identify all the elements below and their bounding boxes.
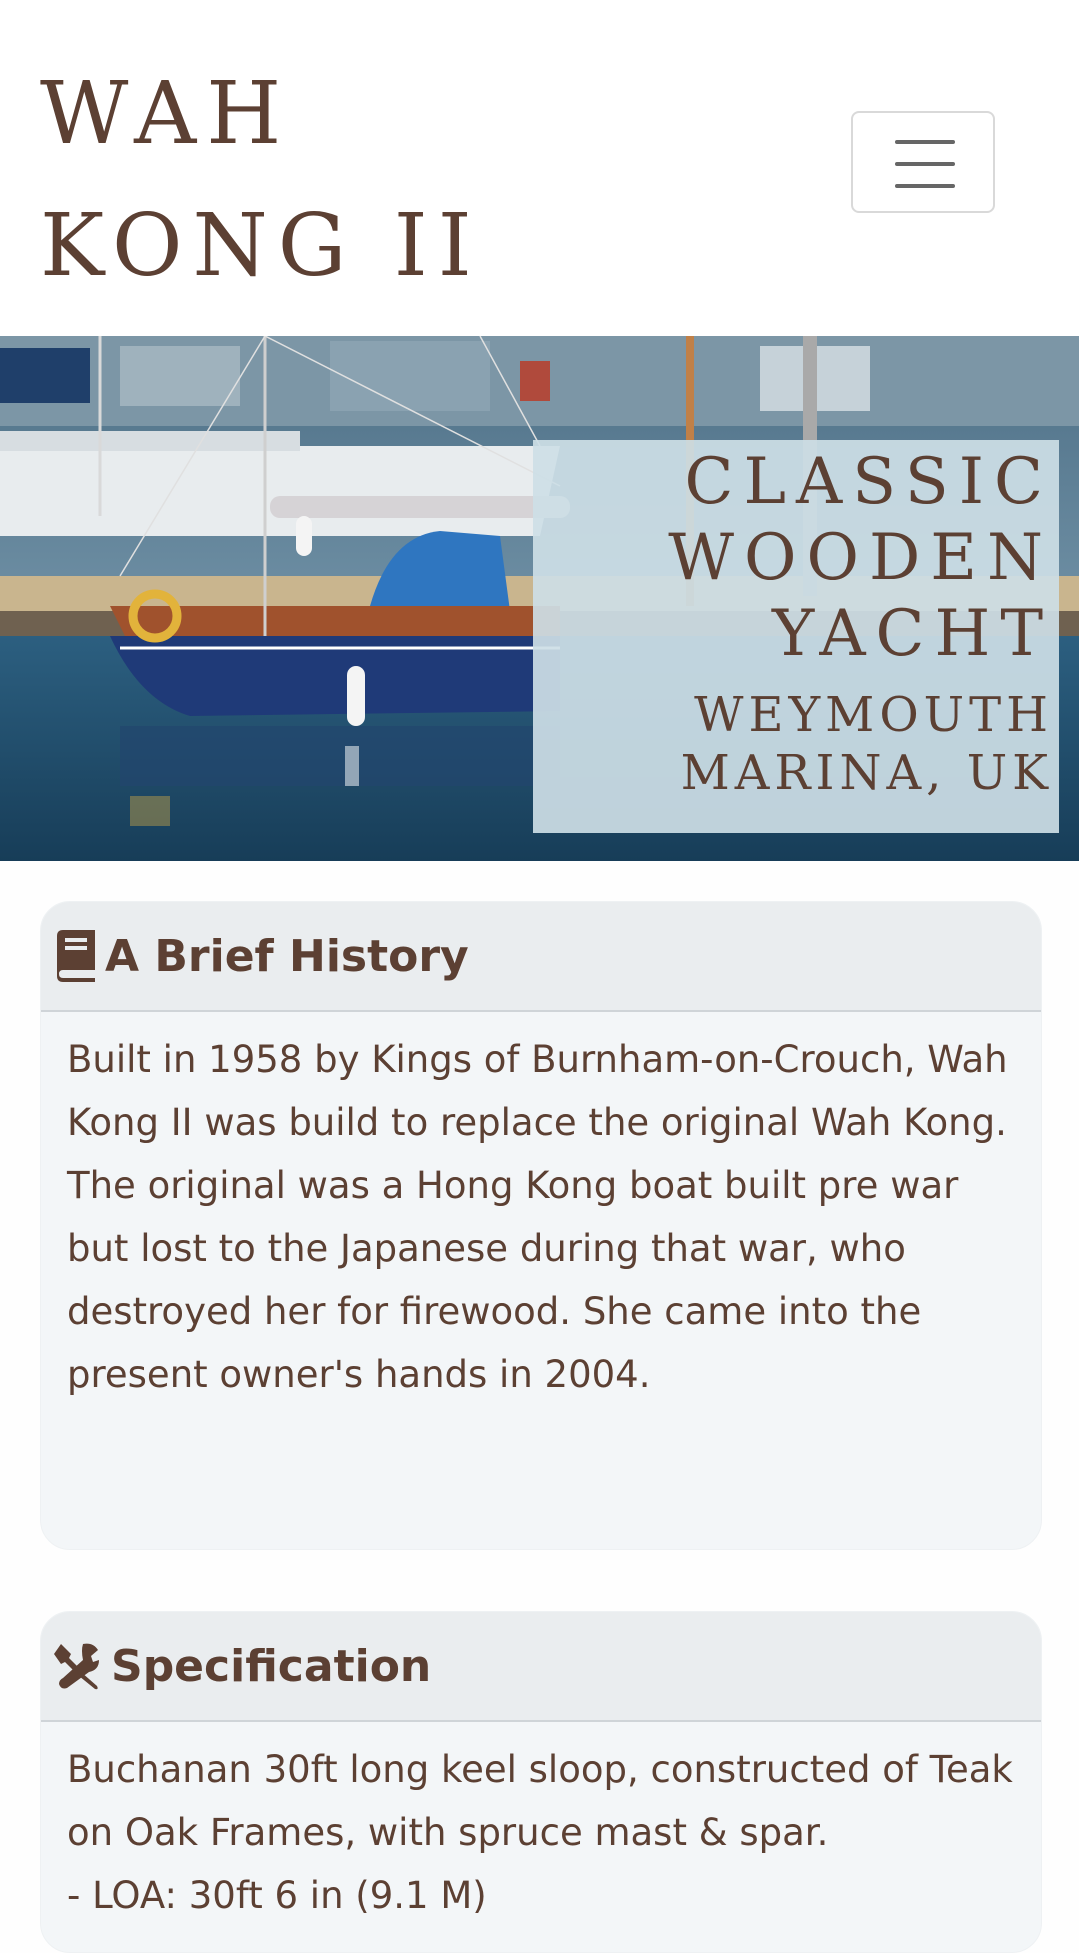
history-card-body: Built in 1958 by Kings of Burnham-on-Cro…: [41, 1012, 1041, 1406]
brand-line-2: KONG II: [40, 196, 482, 296]
specification-card-title: Specification: [111, 1641, 432, 1692]
specification-item-loa: - LOA: 30ft 6 in (9.1 M): [67, 1874, 487, 1917]
hero-title-line-1: CLASSIC: [684, 445, 1053, 519]
hero-title: CLASSIC WOODEN YACHT: [533, 440, 1053, 672]
specification-card-header: Specification: [41, 1612, 1041, 1722]
hero-title-line-2: WOODEN: [668, 521, 1053, 595]
hero-title-line-3: YACHT: [772, 597, 1053, 671]
history-card-header: A Brief History: [41, 902, 1041, 1012]
specification-card: Specification Buchanan 30ft long keel sl…: [40, 1611, 1042, 1953]
site-brand[interactable]: WAH KONG II: [40, 48, 482, 312]
hero-subtitle: WEYMOUTH MARINA, UK: [533, 686, 1053, 802]
hero-caption: CLASSIC WOODEN YACHT WEYMOUTH MARINA, UK: [533, 440, 1059, 833]
history-paragraph-2: The original was a Hong Kong boat built …: [67, 1164, 959, 1396]
hero-subtitle-line-2: MARINA, UK: [680, 745, 1053, 801]
tools-icon: [54, 1643, 99, 1690]
hamburger-menu-icon: [895, 140, 955, 144]
specification-card-body: Buchanan 30ft long keel sloop, construct…: [41, 1722, 1041, 1927]
hamburger-menu-icon-bar: [895, 162, 955, 166]
book-icon: [57, 930, 95, 982]
hamburger-menu-button[interactable]: [851, 111, 995, 213]
hero-subtitle-line-1: WEYMOUTH: [694, 687, 1053, 743]
history-card: A Brief History Built in 1958 by Kings o…: [40, 901, 1042, 1550]
hamburger-menu-icon-bar: [895, 184, 955, 188]
history-card-title: A Brief History: [105, 931, 469, 982]
specification-paragraph-1: Buchanan 30ft long keel sloop, construct…: [67, 1748, 1013, 1854]
history-paragraph-1: Built in 1958 by Kings of Burnham-on-Cro…: [67, 1038, 1008, 1144]
site-header: WAH KONG II: [0, 0, 1079, 336]
hero-banner: CLASSIC WOODEN YACHT WEYMOUTH MARINA, UK: [0, 336, 1079, 861]
brand-line-1: WAH: [40, 64, 292, 164]
